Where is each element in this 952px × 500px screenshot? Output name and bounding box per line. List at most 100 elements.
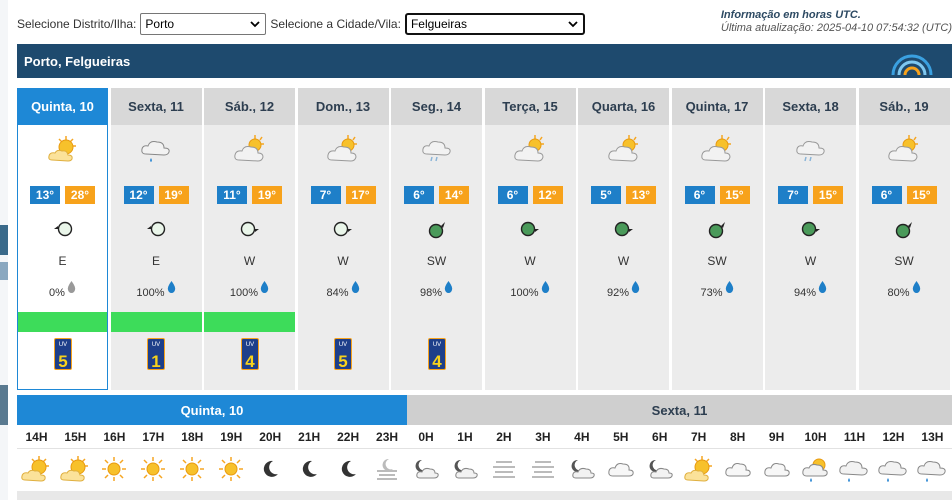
wind-arrow-east-icon [204,220,295,240]
uv-index-icon: UV 5 [298,338,389,370]
cloud-rain-icon [874,449,913,488]
precipitation: 80% [859,281,950,300]
blue-drop-icon [818,281,827,300]
warning-bar[interactable] [110,312,202,332]
temp-min: 12° [123,186,154,204]
day-column[interactable]: Seg., 14 6° 14° SW 98% UV 4 [391,88,482,390]
chevron-down-icon [250,21,261,28]
hour-label: 0H [418,430,434,444]
day-name: Dom., 13 [297,88,389,125]
cloud-sun-icon [672,134,763,174]
hour-label: 10H [804,430,827,444]
hour-label: 18H [181,430,204,444]
moon-cloud-icon [640,449,679,488]
temp-max: 15° [813,186,843,204]
hour-label: 2H [496,430,512,444]
wind-arrow-east-icon [485,220,576,240]
day-column[interactable]: Sexta, 18 7° 15° W 94% [765,88,856,390]
wind-direction: SW [426,254,447,268]
day-name: Quarta, 16 [578,88,669,125]
hourly-day-tab[interactable]: Sexta, 11 [407,395,952,425]
warning-bar[interactable] [18,312,107,332]
chevron-down-icon [568,21,578,28]
hourly-day-tab[interactable]: Quinta, 10 [17,395,407,425]
temp-max: 14° [439,186,469,204]
temp-max: 17° [345,186,376,204]
hour-label: 16H [103,430,126,444]
hour-label: 21H [298,430,321,444]
temp-min: 6° [497,186,528,204]
precipitation-value: 94% [793,286,817,299]
moon-icon [251,449,290,488]
city-select[interactable]: Felgueiras [404,13,585,35]
blue-drop-icon [351,281,360,300]
precipitation: 92% [578,281,669,300]
daily-forecast: Quinta, 10 13° 28° E 0% UV 5 Sexta, 11 12° 19° E 10… [17,88,952,390]
sun-icon [173,449,212,488]
warning-bar[interactable] [204,312,295,332]
day-column[interactable]: Dom., 13 7° 17° W 84% UV 5 [297,88,389,390]
precipitation-value: 80% [887,286,910,299]
day-column[interactable]: Sáb., 19 6° 15° SW 80% [858,88,950,390]
svg-text:UV: UV [432,342,440,348]
cloud-rain-icon [111,134,202,174]
temp-min: 7° [310,186,341,204]
day-column[interactable]: Quinta, 10 13° 28° E 0% UV 5 [17,88,108,390]
day-column[interactable]: Terça, 15 6° 12° W 100% [484,88,576,390]
hour-label: 3H [535,430,551,444]
wind-direction: SW [707,254,727,268]
cloud-rain-icon [835,449,874,488]
moon-cloud-icon [445,449,484,488]
svg-text:1: 1 [151,352,160,370]
temp-min: 11° [217,186,247,204]
hour-label: 12H [882,430,905,444]
hourly-hours: 14H 15H 16H 17H 18H 19H 20H 21H 22H 23H 0H 1H 2H 3H 4H… [17,428,952,446]
svg-text:UV: UV [152,342,160,348]
day-column[interactable]: Sexta, 11 12° 19° E 100% UV 1 [110,88,202,390]
temp-max: 15° [906,186,937,204]
fog-icon [484,449,523,488]
hour-label: 11H [843,430,866,444]
precipitation: 100% [485,281,576,300]
hour-label: 8H [729,430,746,444]
sun-cloud-rain-icon [796,449,835,488]
temperature-range: 7° 17° [298,186,389,204]
bottom-divider [17,491,952,500]
day-column[interactable]: Sáb., 12 11° 19° W 100% UV 4 [204,88,295,390]
hour-label: 14H [25,430,48,444]
blue-drop-icon [631,281,640,300]
sun-icon [134,449,173,488]
hour-label: 20H [259,430,282,444]
hour-label: 4H [574,430,590,444]
hourly-day-headers: Quinta, 10 Sexta, 11 [17,395,952,425]
wind-direction: SW [894,254,914,268]
district-value: Porto [145,17,175,31]
hour-label: 17H [142,430,165,444]
cloud-rain-icon [913,449,952,488]
cloud-icon [718,449,757,488]
wind-direction: E [151,254,160,268]
blue-drop-icon [541,281,550,300]
day-column[interactable]: Quinta, 17 6° 15° SW 73% [671,88,763,390]
wind-direction: W [804,254,817,268]
day-name: Terça, 15 [484,88,576,125]
svg-text:5: 5 [58,352,67,370]
district-select[interactable]: Porto [140,13,267,35]
precipitation-value: 98% [419,286,443,299]
temperature-range: 6° 12° [485,186,576,204]
cloud-drizzle-icon [765,134,856,174]
temp-min: 6° [871,186,902,204]
sun-cloud-icon [18,134,107,174]
wind-direction: W [243,254,256,268]
wind-arrow-northeast-icon [391,220,482,240]
blue-drop-icon [912,281,921,300]
svg-text:UV: UV [245,342,253,348]
wind-arrow-east-icon [765,220,856,240]
cloud-sun-icon [298,134,389,174]
temp-min: 6° [684,186,715,204]
precipitation-value: 0% [49,286,65,299]
wind-arrow-northeast-icon [859,220,950,240]
temp-max: 19° [252,186,282,204]
day-column[interactable]: Quarta, 16 5° 13° W 92% [578,88,669,390]
temperature-range: 7° 15° [765,186,856,204]
